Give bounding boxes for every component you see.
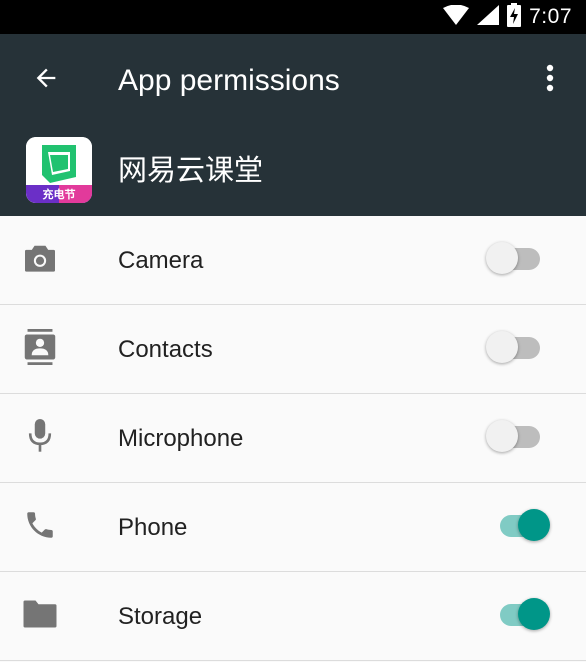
permission-label: Camera: [118, 247, 204, 274]
permission-row-phone[interactable]: Phone: [0, 483, 586, 572]
toggle-thumb: [518, 509, 550, 541]
app-name: 网易云课堂: [118, 155, 264, 187]
arrow-back-icon: [32, 64, 60, 97]
permission-row-storage[interactable]: Storage: [0, 572, 586, 661]
status-time: 7:07: [529, 5, 572, 28]
toggle-thumb: [486, 331, 518, 363]
microphone-toggle[interactable]: [482, 418, 552, 458]
phone-icon: [22, 507, 58, 543]
battery-charging-icon: [507, 2, 522, 32]
permission-row-contacts[interactable]: Contacts: [0, 305, 586, 394]
camera-toggle[interactable]: [482, 240, 552, 280]
microphone-icon: [22, 418, 58, 454]
contacts-toggle[interactable]: [482, 329, 552, 369]
app-icon: 充电节: [26, 137, 92, 203]
toggle-thumb: [486, 242, 518, 274]
app-icon-badge: 充电节: [43, 187, 76, 201]
camera-icon: [22, 240, 58, 276]
app-header: 充电节 网易云课堂: [0, 126, 586, 216]
phone-toggle[interactable]: [482, 507, 552, 547]
storage-toggle[interactable]: [482, 596, 552, 636]
more-vert-icon: [546, 64, 554, 97]
permission-row-camera[interactable]: Camera: [0, 216, 586, 305]
contacts-icon: [22, 329, 58, 365]
app-bar: App permissions: [0, 34, 586, 126]
toggle-thumb: [518, 598, 550, 630]
wifi-icon: [443, 4, 470, 30]
page-title: App permissions: [118, 64, 340, 97]
toggle-thumb: [486, 420, 518, 452]
permission-row-microphone[interactable]: Microphone: [0, 394, 586, 483]
permission-label: Storage: [118, 603, 203, 630]
folder-icon: [22, 596, 58, 632]
status-icons: 7:07: [443, 0, 572, 34]
permission-label: Phone: [118, 514, 188, 541]
signal-icon: [477, 4, 500, 30]
back-button[interactable]: [26, 60, 66, 100]
permission-label: Contacts: [118, 336, 213, 363]
overflow-menu-button[interactable]: [538, 60, 562, 100]
permission-list: Camera Contacts Microphone Phone Storage: [0, 216, 586, 661]
status-bar: 7:07: [0, 0, 586, 34]
permission-label: Microphone: [118, 425, 244, 452]
